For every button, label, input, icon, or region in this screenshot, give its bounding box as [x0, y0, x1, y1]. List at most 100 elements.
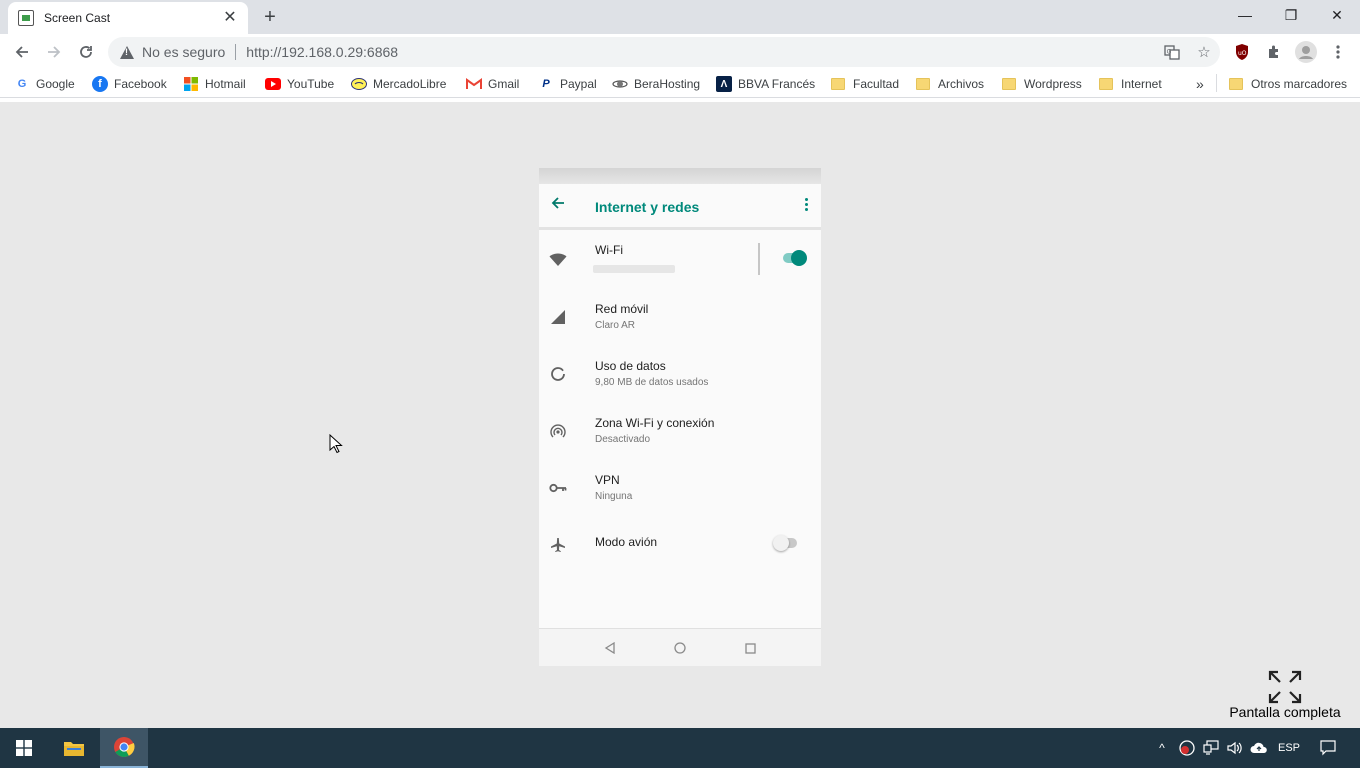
bookmark-folder-internet[interactable]: Internet	[1099, 74, 1162, 94]
tray-network-icon[interactable]	[1202, 739, 1220, 757]
bookmark-label: BBVA Francés	[738, 77, 816, 91]
bookmark-label: Internet	[1121, 77, 1162, 91]
tray-security-icon[interactable]	[1178, 739, 1196, 757]
bookmarks-overflow-button[interactable]: »	[1196, 74, 1204, 94]
url-text[interactable]: http://192.168.0.29:6868	[246, 44, 398, 60]
other-bookmarks-folder[interactable]: Otros marcadores	[1229, 74, 1347, 94]
reload-button[interactable]	[72, 38, 100, 66]
setting-row-vpn[interactable]: VPN Ninguna	[539, 459, 821, 516]
bookmark-label: Archivos	[938, 77, 985, 91]
setting-title: Modo avión	[595, 535, 658, 549]
bookmark-label: MercadoLibre	[373, 77, 447, 91]
setting-subtitle: Desactivado	[595, 434, 651, 445]
restore-button[interactable]: ❐	[1268, 0, 1314, 30]
bookmarks-separator	[1216, 74, 1217, 92]
folder-icon	[831, 78, 845, 90]
google-icon: G	[17, 78, 27, 90]
bookmark-label: Gmail	[488, 77, 520, 91]
bookmark-paypal[interactable]: P Paypal	[538, 74, 597, 94]
bookmark-label: Hotmail	[205, 77, 246, 91]
translate-icon[interactable]: G	[1156, 37, 1188, 67]
tray-volume-icon[interactable]	[1226, 739, 1244, 757]
bookmark-bbva[interactable]: Λ BBVA Francés	[716, 74, 815, 94]
setting-subtitle: Ninguna	[595, 491, 633, 502]
setting-title: Zona Wi-Fi y conexión	[595, 416, 715, 430]
tray-language-indicator[interactable]: ESP	[1276, 739, 1302, 757]
minimize-button[interactable]: —	[1222, 0, 1268, 30]
wifi-divider	[758, 243, 760, 275]
bookmark-folder-archivos[interactable]: Archivos	[916, 74, 984, 94]
wifi-network-name-blurred	[593, 265, 675, 273]
file-explorer-icon	[64, 742, 84, 756]
settings-overflow-menu-icon[interactable]	[805, 198, 809, 211]
nav-recents-icon[interactable]	[742, 640, 758, 656]
phone-screen-mirror[interactable]: Internet y redes Wi-Fi Red móvil Claro A…	[539, 168, 821, 666]
tab-close-icon[interactable]: ✕	[222, 10, 238, 26]
bookmark-label: BeraHosting	[634, 77, 701, 91]
bookmark-gmail[interactable]: Gmail	[466, 74, 519, 94]
not-secure-warning-icon[interactable]	[120, 45, 134, 59]
back-button[interactable]	[8, 38, 36, 66]
ublock-extension-icon[interactable]: uO	[1228, 38, 1256, 66]
start-button[interactable]	[0, 728, 48, 768]
mercadolibre-icon	[351, 76, 367, 92]
bookmark-hotmail[interactable]: Hotmail	[183, 74, 246, 94]
setting-row-hotspot[interactable]: Zona Wi-Fi y conexión Desactivado	[539, 402, 821, 459]
bookmark-facebook[interactable]: f Facebook	[92, 74, 167, 94]
tab-screen-cast[interactable]: Screen Cast ✕	[8, 2, 248, 34]
nav-home-icon[interactable]	[672, 640, 688, 656]
settings-title: Internet y redes	[595, 199, 700, 215]
forward-button[interactable]	[40, 38, 68, 66]
browser-menu-icon[interactable]	[1324, 38, 1352, 66]
setting-row-wifi[interactable]: Wi-Fi	[539, 231, 821, 288]
bookmark-mercadolibre[interactable]: MercadoLibre	[351, 74, 446, 94]
airplane-mode-toggle[interactable]	[773, 535, 797, 551]
bookmark-label: Wordpress	[1024, 77, 1082, 91]
svg-text:G: G	[1167, 48, 1172, 55]
hotspot-icon	[549, 422, 567, 440]
setting-row-airplane-mode[interactable]: Modo avión	[539, 516, 821, 573]
windows-taskbar: ^ ESP	[0, 728, 1360, 768]
bookmark-label: Paypal	[560, 77, 597, 91]
settings-back-icon[interactable]	[551, 196, 565, 215]
bookmark-youtube[interactable]: YouTube	[265, 74, 334, 94]
paypal-icon: P	[542, 78, 550, 90]
tray-action-center-icon[interactable]	[1318, 739, 1338, 757]
nav-back-icon[interactable]	[602, 640, 618, 656]
settings-app-bar: Internet y redes	[539, 184, 821, 230]
wifi-icon	[549, 251, 567, 269]
wifi-toggle[interactable]	[783, 250, 807, 266]
bookmark-star-icon[interactable]: ☆	[1188, 37, 1220, 67]
setting-row-data-usage[interactable]: Uso de datos 9,80 MB de datos usados	[539, 345, 821, 402]
browser-chrome: Screen Cast ✕ + — ❐ ✕ No es seguro http:…	[0, 0, 1360, 102]
setting-row-mobile-network[interactable]: Red móvil Claro AR	[539, 288, 821, 345]
tray-show-hidden-icon[interactable]: ^	[1155, 739, 1169, 757]
address-bar[interactable]: No es seguro http://192.168.0.29:6868 G …	[108, 37, 1220, 67]
airplane-icon	[549, 536, 567, 554]
close-window-button[interactable]: ✕	[1314, 0, 1360, 30]
bookmark-google[interactable]: G Google	[14, 74, 75, 94]
vpn-key-icon	[549, 479, 567, 497]
bookmarks-bar: G Google f Facebook Hotmail YouTube Merc…	[0, 70, 1360, 98]
setting-title: Wi-Fi	[595, 243, 623, 257]
svg-text:uO: uO	[1238, 50, 1247, 57]
bookmark-folder-wordpress[interactable]: Wordpress	[1002, 74, 1082, 94]
profile-avatar-icon[interactable]	[1292, 38, 1320, 66]
omnibox-separator	[235, 44, 237, 60]
chrome-taskbar-button[interactable]	[100, 728, 148, 768]
tray-onedrive-cloud-icon[interactable]	[1250, 739, 1268, 757]
data-usage-icon	[549, 365, 567, 383]
bookmark-berahosting[interactable]: BeraHosting	[612, 74, 700, 94]
youtube-icon	[265, 76, 281, 92]
file-explorer-taskbar-button[interactable]	[50, 728, 98, 768]
bookmark-folder-facultad[interactable]: Facultad	[831, 74, 899, 94]
extensions-puzzle-icon[interactable]	[1260, 38, 1288, 66]
back-arrow-icon	[15, 46, 28, 58]
fullscreen-label: Pantalla completa	[1229, 704, 1341, 720]
folder-icon	[1099, 78, 1113, 90]
new-tab-button[interactable]: +	[258, 6, 282, 28]
fullscreen-button[interactable]: Pantalla completa	[1222, 670, 1348, 726]
bookmark-label: Otros marcadores	[1251, 77, 1348, 91]
setting-title: VPN	[595, 473, 620, 487]
security-label[interactable]: No es seguro	[142, 44, 225, 60]
